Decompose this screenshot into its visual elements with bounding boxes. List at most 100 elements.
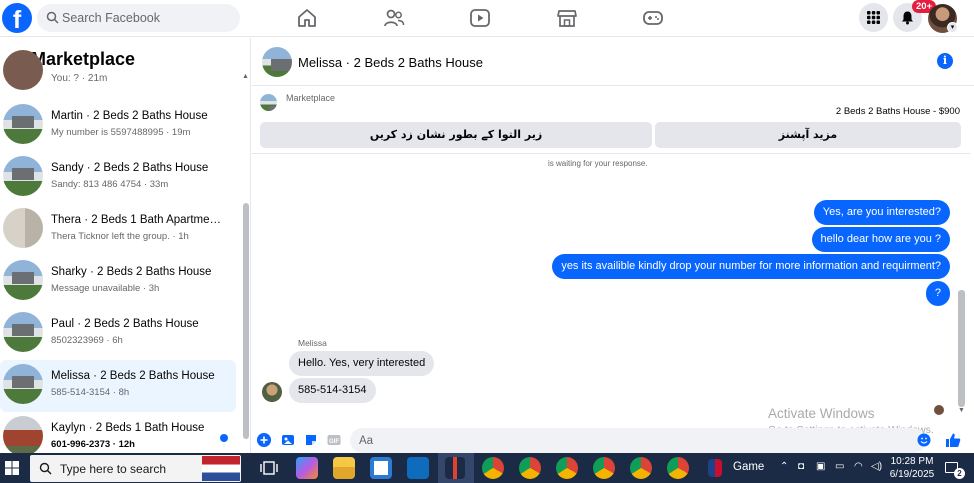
conversation-title[interactable]: Melissa · 2 Beds 2 Baths House [298,55,483,70]
message-input[interactable] [350,428,926,453]
listing-card: Marketplace 2 Beds 2 Baths House - $900 … [252,86,970,154]
conversation-list-item[interactable]: Martin · 2 Beds 2 Baths House My number i… [0,100,236,152]
gaming-icon[interactable] [642,8,664,28]
chrome-icon[interactable] [482,457,504,479]
search-box[interactable] [37,4,240,32]
search-highlight-image [202,456,240,481]
outlook-icon[interactable] [407,457,429,479]
home-icon[interactable] [296,8,318,28]
conversation-thumbnail [3,364,43,404]
chrome-profile-icon[interactable] [593,457,615,479]
marketplace-conversation-list: ← Marketplace You: ? · 21m ▲ Martin · 2 … [0,38,251,453]
scroll-down-icon[interactable]: ▼ [958,407,965,414]
task-view-icon[interactable] [259,458,279,478]
message-outgoing[interactable]: ? [925,281,950,306]
conversation-thumbnail [3,104,43,144]
sender-name: Melissa [298,338,327,348]
list-item-partial[interactable]: You: ? · 21m [0,50,240,90]
conversation-preview: You: ? · 21m [51,73,108,84]
conversation-preview: My number is 5597488995 · 19m [51,127,191,138]
message-thread: is waiting for your response. Yes, are y… [252,155,974,425]
microsoft-store-icon[interactable] [370,457,392,479]
conversation-name: Paul · 2 Beds 2 Baths House [51,318,199,330]
conversation-thumbnail [3,156,43,196]
conversation-thumbnail [3,50,43,90]
conversation-preview: 601-996-2373 · 12h [51,439,135,450]
conversation-list-item[interactable]: Sandy · 2 Beds 2 Baths House Sandy: 813 4… [0,152,236,204]
scroll-up-icon[interactable]: ▲ [242,73,249,80]
pinned-app-icon[interactable] [445,457,465,479]
clock-date: 6/19/2025 [889,469,935,480]
chrome-profile-icon[interactable] [667,457,689,479]
gif-icon[interactable]: GIF [327,433,341,447]
meet-now-icon[interactable]: ▣ [816,461,825,472]
message-incoming[interactable]: Hello. Yes, very interested [289,351,435,376]
battery-icon[interactable]: ▭ [835,461,844,472]
marketplace-icon[interactable] [556,8,578,28]
windows-taskbar: Type here to search Game ⌃ ◘ ▣ ▭ ◠ ◁) 10… [0,453,974,483]
nba-icon[interactable] [708,459,722,477]
taskbar-game-label[interactable]: Game [733,461,764,473]
conversation-list-item[interactable]: Sharky · 2 Beds 2 Baths House Message una… [0,256,236,308]
scrollbar-thumb[interactable] [243,203,249,439]
system-note: is waiting for your response. [548,159,648,168]
mark-pending-button[interactable]: زیر التوا کے بطور نشان زد کریں [260,122,652,148]
message-incoming[interactable]: 585-514-3154 [289,378,376,403]
taskbar-search[interactable]: Type here to search [30,455,241,482]
friends-icon[interactable] [383,8,405,28]
sender-avatar[interactable] [262,382,282,402]
video-icon[interactable] [469,8,491,28]
conversation-name: Martin · 2 Beds 2 Baths House [51,110,208,122]
scrollbar-thumb[interactable] [958,290,965,407]
activate-windows-watermark: Activate Windows [768,406,875,421]
chrome-profile-icon[interactable] [519,457,541,479]
message-outgoing[interactable]: Yes, are you interested? [813,200,950,225]
more-options-button[interactable]: مزید آپشنز [655,122,961,148]
sticker-icon[interactable] [304,433,318,447]
chrome-profile-icon[interactable] [630,457,652,479]
copilot-icon[interactable] [296,457,318,479]
conversation-preview: 8502323969 · 6h [51,335,123,346]
camera-icon[interactable]: ◘ [798,461,804,472]
info-icon[interactable]: i [937,53,953,69]
listing-detail: 2 Beds 2 Baths House - $900 [835,106,960,117]
file-explorer-icon[interactable] [333,457,355,479]
conversation-list-item[interactable]: Melissa · 2 Beds 2 Baths House 585-514-31… [0,360,236,412]
clock-time: 10:28 PM [890,456,934,467]
conversation-list-item[interactable]: Paul · 2 Beds 2 Baths House 8502323969 · … [0,308,236,360]
conversation-list-item[interactable]: Kaylyn · 2 Beds 1 Bath House 601-996-2373… [0,412,236,453]
message-composer: GIF [252,427,974,453]
conversation-preview: Thera Ticknor left the group. · 1h [51,231,189,242]
chrome-profile-icon[interactable] [556,457,578,479]
listing-thumbnail[interactable] [260,94,277,111]
bell-icon [902,11,913,25]
chevron-up-icon[interactable]: ⌃ [780,461,788,472]
conversation-name: Sandy · 2 Beds 2 Baths House [51,162,209,174]
top-navigation-bar: f Search Facebook 20+ ▾ [0,0,974,37]
like-thumb-icon[interactable] [945,432,961,448]
conversation-avatar[interactable] [262,47,292,77]
message-outgoing[interactable]: yes its availible kindly drop your numbe… [552,254,950,279]
facebook-logo[interactable]: f [2,3,32,33]
search-icon [46,11,59,24]
seen-indicator-avatar [934,405,944,415]
conversation-thumbnail [3,260,43,300]
conversation-list-item[interactable]: Thera · 2 Beds 1 Bath Apartment... Thera … [0,204,236,256]
action-center-count: 2 [954,468,965,479]
search-icon [39,462,52,475]
windows-start-icon[interactable] [5,461,19,475]
photo-icon[interactable] [281,433,295,447]
svg-text:GIF: GIF [329,439,339,445]
taskbar-clock[interactable]: 10:28 PM 6/19/2025 [886,455,938,481]
conversation-thumbnail [3,208,43,248]
chevron-down-icon[interactable]: ▾ [947,22,958,33]
search-input[interactable] [62,4,232,32]
message-outgoing[interactable]: hello dear how are you ? [811,227,950,252]
conversation-name: Kaylyn · 2 Beds 1 Bath House [51,422,205,434]
conversation-thumbnail [3,312,43,352]
plus-circle-icon[interactable] [257,433,271,447]
wifi-icon[interactable]: ◠ [854,461,863,472]
menu-button[interactable] [859,3,888,32]
volume-icon[interactable]: ◁) [871,461,882,472]
emoji-icon[interactable] [917,433,931,447]
